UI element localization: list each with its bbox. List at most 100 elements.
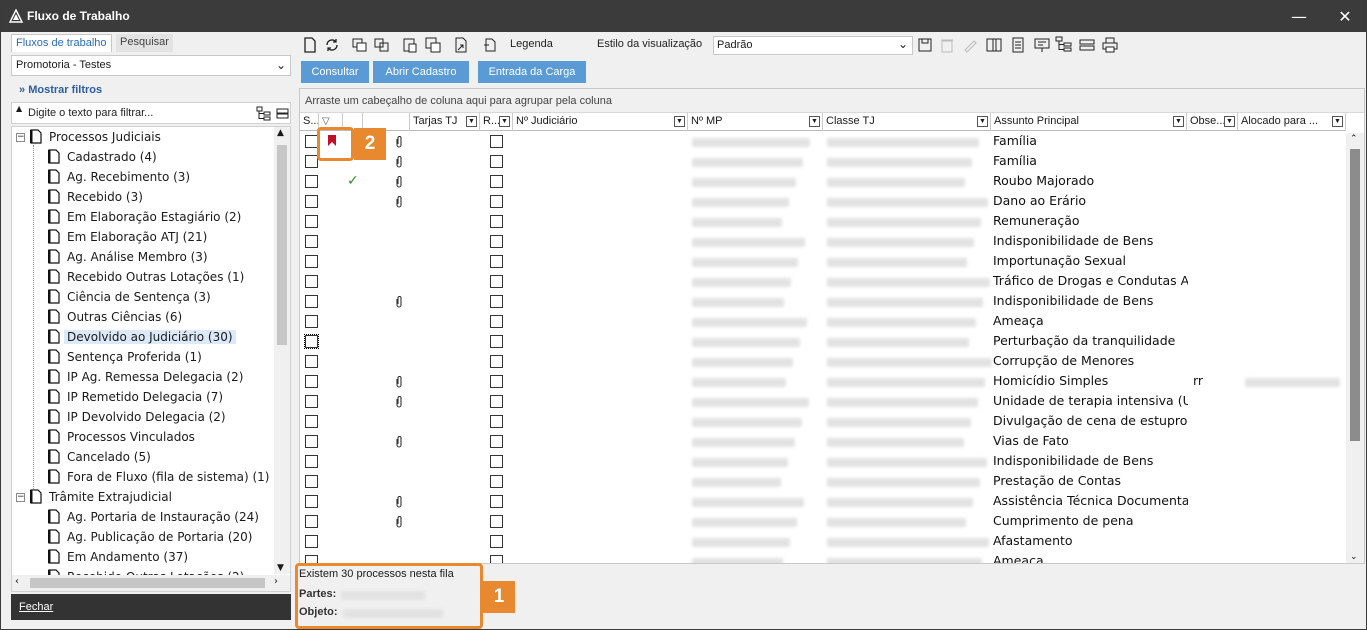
- table-row[interactable]: Remuneração: [300, 212, 1346, 232]
- column-dropdown-icon[interactable]: ▼: [1332, 116, 1343, 127]
- row-select-checkbox[interactable]: [305, 535, 318, 548]
- scroll-up-icon[interactable]: ▲: [277, 128, 284, 138]
- load-entry-button[interactable]: Entrada da Carga: [478, 61, 586, 83]
- row-select-checkbox[interactable]: [305, 355, 318, 368]
- row-r-checkbox[interactable]: [490, 555, 503, 563]
- save-copy-icon[interactable]: [424, 36, 442, 54]
- scroll-up-icon[interactable]: ⌃: [1350, 134, 1358, 144]
- tree-item[interactable]: Em Elaboração Estagiário (2): [48, 208, 244, 228]
- legend-icon[interactable]: [482, 36, 500, 54]
- paste-icon[interactable]: [401, 36, 419, 54]
- row-r-checkbox[interactable]: [490, 415, 503, 428]
- table-row[interactable]: Assistência Técnica Documental: [300, 492, 1346, 512]
- row-select-checkbox[interactable]: [305, 175, 318, 188]
- tree-item[interactable]: Recebido Outras Lotações (1): [48, 268, 247, 288]
- row-select-checkbox[interactable]: [305, 395, 318, 408]
- tree-item[interactable]: Devolvido ao Judiciário (30): [48, 328, 236, 348]
- column-header[interactable]: Alocado para ... ▼: [1238, 113, 1346, 131]
- table-row[interactable]: Afastamento: [300, 532, 1346, 552]
- workflow-select[interactable]: Promotoria - Testes ⌄: [11, 55, 291, 76]
- tree-item[interactable]: Ag. Portaria de Instauração (24): [48, 508, 262, 528]
- tree-item[interactable]: Cancelado (5): [48, 448, 154, 468]
- duplicate-icon[interactable]: [373, 36, 391, 54]
- open-registration-button[interactable]: Abrir Cadastro: [373, 61, 469, 83]
- scroll-left-icon[interactable]: ‹: [15, 576, 19, 587]
- column-dropdown-icon[interactable]: ▼: [466, 116, 477, 127]
- row-r-checkbox[interactable]: [490, 455, 503, 468]
- row-r-checkbox[interactable]: [490, 215, 503, 228]
- row-r-checkbox[interactable]: [490, 355, 503, 368]
- table-row[interactable]: Perturbação da tranquilidade: [300, 332, 1346, 352]
- table-row[interactable]: Vias de Fato: [300, 432, 1346, 452]
- copy-windows-icon[interactable]: [351, 36, 369, 54]
- row-r-checkbox[interactable]: [490, 375, 503, 388]
- row-select-checkbox[interactable]: [305, 315, 318, 328]
- scroll-right-icon[interactable]: ›: [274, 576, 278, 587]
- tree-item[interactable]: Ciência de Sentença (3): [48, 288, 214, 308]
- column-header[interactable]: R... ▼: [480, 113, 513, 131]
- tree-horizontal-scrollbar[interactable]: ‹ ›: [12, 575, 290, 591]
- table-row[interactable]: Corrupção de Menores: [300, 352, 1346, 372]
- close-panel-button[interactable]: Fechar: [11, 594, 291, 620]
- tree-item[interactable]: − Processos Judiciais: [16, 128, 164, 148]
- minimize-button[interactable]: —: [1276, 1, 1322, 32]
- tree-vertical-scrollbar[interactable]: ▲ ▼: [274, 127, 290, 574]
- tree-item[interactable]: − Trâmite Extrajudicial: [16, 488, 175, 508]
- row-select-checkbox[interactable]: [305, 375, 318, 388]
- table-row[interactable]: Cumprimento de pena: [300, 512, 1346, 532]
- row-select-checkbox[interactable]: [305, 415, 318, 428]
- row-select-checkbox[interactable]: [305, 455, 318, 468]
- table-row[interactable]: Família: [300, 132, 1346, 152]
- scroll-down-icon[interactable]: ⌄: [1350, 552, 1358, 562]
- row-r-checkbox[interactable]: [490, 135, 503, 148]
- column-dropdown-icon[interactable]: ▼: [499, 116, 510, 127]
- tree-item[interactable]: Recebido (3): [48, 188, 146, 208]
- refresh-icon[interactable]: [323, 36, 341, 54]
- column-dropdown-icon[interactable]: ▼: [674, 116, 685, 127]
- row-select-checkbox[interactable]: [305, 475, 318, 488]
- table-row[interactable]: Divulgação de cena de estupro, s: [300, 412, 1346, 432]
- filter-funnel-icon[interactable]: ▽: [322, 116, 330, 127]
- row-r-checkbox[interactable]: [490, 535, 503, 548]
- column-dropdown-icon[interactable]: ▼: [809, 116, 820, 127]
- row-r-checkbox[interactable]: [490, 395, 503, 408]
- collapse-toggle-icon[interactable]: −: [16, 493, 25, 502]
- row-select-checkbox[interactable]: [305, 215, 318, 228]
- table-row[interactable]: Indisponibilidade de Bens: [300, 292, 1346, 312]
- row-r-checkbox[interactable]: [490, 295, 503, 308]
- row-select-checkbox[interactable]: [305, 295, 318, 308]
- tab-search[interactable]: Pesquisar: [116, 34, 173, 52]
- row-r-checkbox[interactable]: [490, 515, 503, 528]
- view-style-select[interactable]: Padrão ⌄: [713, 36, 913, 55]
- column-dropdown-icon[interactable]: ▼: [977, 116, 988, 127]
- row-r-checkbox[interactable]: [490, 335, 503, 348]
- close-window-button[interactable]: ✕: [1322, 1, 1367, 32]
- save-view-icon[interactable]: [916, 36, 934, 54]
- column-header[interactable]: Tarjas TJ ▼: [410, 113, 480, 131]
- tree-item[interactable]: IP Remetido Delegacia (7): [48, 388, 226, 408]
- row-r-checkbox[interactable]: [490, 275, 503, 288]
- show-filters-link[interactable]: » Mostrar filtros: [19, 84, 102, 96]
- row-r-checkbox[interactable]: [490, 315, 503, 328]
- tree-filter-input[interactable]: [26, 105, 246, 121]
- tree-item[interactable]: Em Andamento (37): [48, 548, 191, 568]
- tree-item[interactable]: Fora de Fluxo (fila de sistema) (1): [48, 468, 272, 488]
- tab-workflows[interactable]: Fluxos de trabalho: [11, 34, 112, 52]
- scroll-thumb[interactable]: [277, 145, 287, 345]
- table-row[interactable]: Prestação de Contas: [300, 472, 1346, 492]
- collapse-toggle-icon[interactable]: −: [16, 133, 25, 142]
- tree-view-icon[interactable]: [1055, 36, 1073, 54]
- row-r-checkbox[interactable]: [490, 195, 503, 208]
- consult-button[interactable]: Consultar: [301, 61, 369, 83]
- tree-item[interactable]: IP Devolvido Delegacia (2): [48, 408, 229, 428]
- scroll-down-icon[interactable]: ▼: [277, 563, 284, 573]
- report-icon[interactable]: [1009, 36, 1027, 54]
- row-select-checkbox[interactable]: [305, 235, 318, 248]
- grid-vertical-scrollbar[interactable]: ⌃ ⌄: [1346, 133, 1364, 563]
- column-header[interactable]: Assunto Principal ▼: [991, 113, 1187, 131]
- print-icon[interactable]: [1101, 36, 1119, 54]
- table-row[interactable]: Importunação Sexual: [300, 252, 1346, 272]
- row-select-checkbox[interactable]: [305, 255, 318, 268]
- tree-item[interactable]: Ag. Recebimento (3): [48, 168, 193, 188]
- column-header[interactable]: Nº MP ▼: [688, 113, 823, 131]
